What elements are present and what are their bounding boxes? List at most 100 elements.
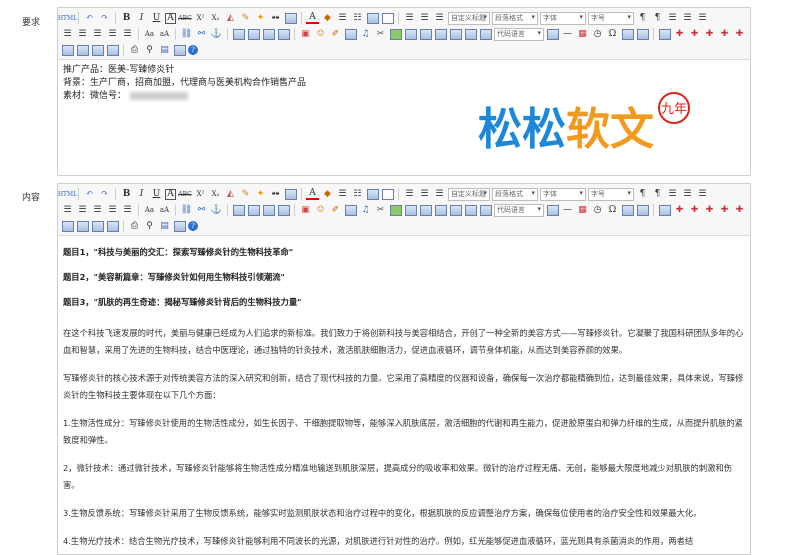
tolowercase-icon[interactable]: aA (158, 204, 171, 217)
delete-table-icon[interactable]: ✚ (673, 28, 686, 41)
insert-paragraph-icon[interactable]: ✚ (703, 28, 716, 41)
horizontal-icon[interactable]: — (561, 28, 574, 41)
requirements-editor[interactable]: HTML ↶ ↷ B I U A ABC X² X₂ ◭ ✎ ✦ ❝❝ A ◆ … (57, 7, 751, 176)
anchor-icon[interactable]: ⚓ (210, 204, 223, 217)
remove-format-icon[interactable]: ◭ (224, 12, 237, 25)
content-body[interactable]: 题目1，"科技与美丽的交汇：探索写臻修炎针的生物科技革命" 题目2，"美容新篇章… (58, 236, 750, 554)
wordimage-icon[interactable] (636, 204, 649, 217)
justify-left-icon[interactable]: ☰ (681, 12, 694, 25)
touppercase-icon[interactable]: Aa (143, 204, 156, 217)
touppercase-icon[interactable]: Aa (143, 28, 156, 41)
insert-table-icon[interactable] (546, 204, 559, 217)
line-height-icon[interactable]: ☰ (433, 188, 446, 201)
subscript-button[interactable]: X₂ (209, 12, 222, 25)
paste-plain-icon[interactable] (284, 188, 297, 201)
italic-button[interactable]: I (135, 188, 148, 201)
rtl-icon[interactable]: ¶ (651, 188, 664, 201)
unordered-list-icon[interactable]: ☷ (351, 12, 364, 25)
row-spacing-top-icon[interactable]: ☰ (403, 12, 416, 25)
bold-button[interactable]: B (120, 12, 133, 25)
background-color-icon[interactable]: ◆ (321, 188, 334, 201)
image-center-icon[interactable] (277, 28, 290, 41)
table-props-icon[interactable] (91, 220, 104, 233)
justify-full-icon[interactable]: ☰ (76, 28, 89, 41)
paragraph-format-select[interactable]: 段落格式 (492, 11, 538, 25)
delete-table-icon[interactable]: ✚ (673, 204, 686, 217)
justify-right-icon[interactable]: ☰ (61, 204, 74, 217)
align-none-icon[interactable]: ☰ (91, 204, 104, 217)
background-icon[interactable] (479, 204, 492, 217)
align-right-image-icon[interactable]: ☰ (121, 204, 134, 217)
insert-col-icon[interactable]: ✚ (688, 28, 701, 41)
delete-row-icon[interactable]: ✚ (718, 204, 731, 217)
map-icon[interactable] (389, 204, 402, 217)
template-icon[interactable] (464, 28, 477, 41)
print-icon[interactable]: ⎙ (128, 44, 141, 57)
underline-button[interactable]: U (150, 12, 163, 25)
undo-icon[interactable]: ↶ (83, 12, 96, 25)
strikethrough-button[interactable]: ABC (178, 12, 192, 25)
print-icon[interactable]: ⎙ (128, 220, 141, 233)
unlink-icon[interactable]: ⚯ (195, 204, 208, 217)
gmap-icon[interactable] (404, 28, 417, 41)
scrawl-icon[interactable]: ✐ (329, 204, 342, 217)
attachment-icon[interactable]: ✂ (374, 204, 387, 217)
font-border-button[interactable]: A (165, 12, 176, 24)
justify-full-icon[interactable]: ☰ (76, 204, 89, 217)
split-cols-icon[interactable] (76, 220, 89, 233)
image-float-icon[interactable] (232, 28, 245, 41)
clear-doc-icon[interactable] (381, 188, 394, 201)
spechars-icon[interactable]: Ω (606, 204, 619, 217)
insert-video-icon[interactable] (344, 28, 357, 41)
format-match-icon[interactable]: ✎ (239, 188, 252, 201)
format-match-icon[interactable]: ✎ (239, 12, 252, 25)
code-language-select[interactable]: 代码语言 (494, 27, 544, 41)
source-code-icon[interactable]: HTML (58, 12, 77, 25)
spechars-icon[interactable]: Ω (606, 28, 619, 41)
split-cols-icon[interactable] (76, 44, 89, 57)
scrawl-icon[interactable]: ✐ (329, 28, 342, 41)
search-replace-icon[interactable]: ▤ (158, 44, 171, 57)
code-language-select[interactable]: 代码语言 (494, 203, 544, 217)
align-right-image-icon[interactable]: ☰ (121, 28, 134, 41)
search-replace-icon[interactable]: ▤ (158, 220, 171, 233)
split-rows-icon[interactable] (61, 44, 74, 57)
requirements-content[interactable]: 推广产品：医美-写臻修炎针 背景：生产厂商，招商加盟，代理商与医美机构合作销售产… (58, 60, 750, 168)
subscript-button[interactable]: X₂ (209, 188, 222, 201)
superscript-button[interactable]: X² (194, 12, 207, 25)
music-icon[interactable]: ♫ (359, 204, 372, 217)
emotion-icon[interactable]: ☺ (314, 28, 327, 41)
link-icon[interactable]: ⛓ (180, 204, 193, 217)
font-color-button[interactable]: A (306, 12, 319, 24)
background-color-icon[interactable]: ◆ (321, 12, 334, 25)
custom-heading-select[interactable]: 自定义标题 (448, 187, 490, 201)
indent-icon[interactable]: ☰ (666, 188, 679, 201)
preview-icon[interactable]: ⚲ (143, 220, 156, 233)
insert-image-icon[interactable]: ▣ (299, 28, 312, 41)
link-icon[interactable]: ⛓ (180, 28, 193, 41)
auto-typeset-icon[interactable]: ✦ (254, 188, 267, 201)
page-break-icon[interactable] (449, 204, 462, 217)
background-icon[interactable] (479, 28, 492, 41)
image-right-icon[interactable] (262, 204, 275, 217)
tolowercase-icon[interactable]: aA (158, 28, 171, 41)
content-editor[interactable]: HTML ↶ ↷ B I U A ABC X² X₂ ◭ ✎ ✦ ❝❝ A ◆ … (57, 183, 751, 555)
ltr-icon[interactable]: ¶ (636, 188, 649, 201)
ltr-icon[interactable]: ¶ (636, 12, 649, 25)
rtl-icon[interactable]: ¶ (651, 12, 664, 25)
quote-button[interactable]: ❝❝ (269, 188, 282, 201)
table-props-icon[interactable] (91, 44, 104, 57)
insert-code-icon[interactable] (434, 204, 447, 217)
image-left-icon[interactable] (247, 204, 260, 217)
insert-video-icon[interactable] (344, 204, 357, 217)
line-height-icon[interactable]: ☰ (433, 12, 446, 25)
insert-frame-icon[interactable] (419, 28, 432, 41)
insert-frame-icon[interactable] (419, 204, 432, 217)
unlink-icon[interactable]: ⚯ (195, 28, 208, 41)
page-break-icon[interactable] (449, 28, 462, 41)
justify-right-icon[interactable]: ☰ (61, 28, 74, 41)
help-icon[interactable]: ? (188, 45, 198, 55)
italic-button[interactable]: I (135, 12, 148, 25)
drafts-icon[interactable] (173, 44, 186, 57)
help-icon[interactable]: ? (188, 221, 198, 231)
